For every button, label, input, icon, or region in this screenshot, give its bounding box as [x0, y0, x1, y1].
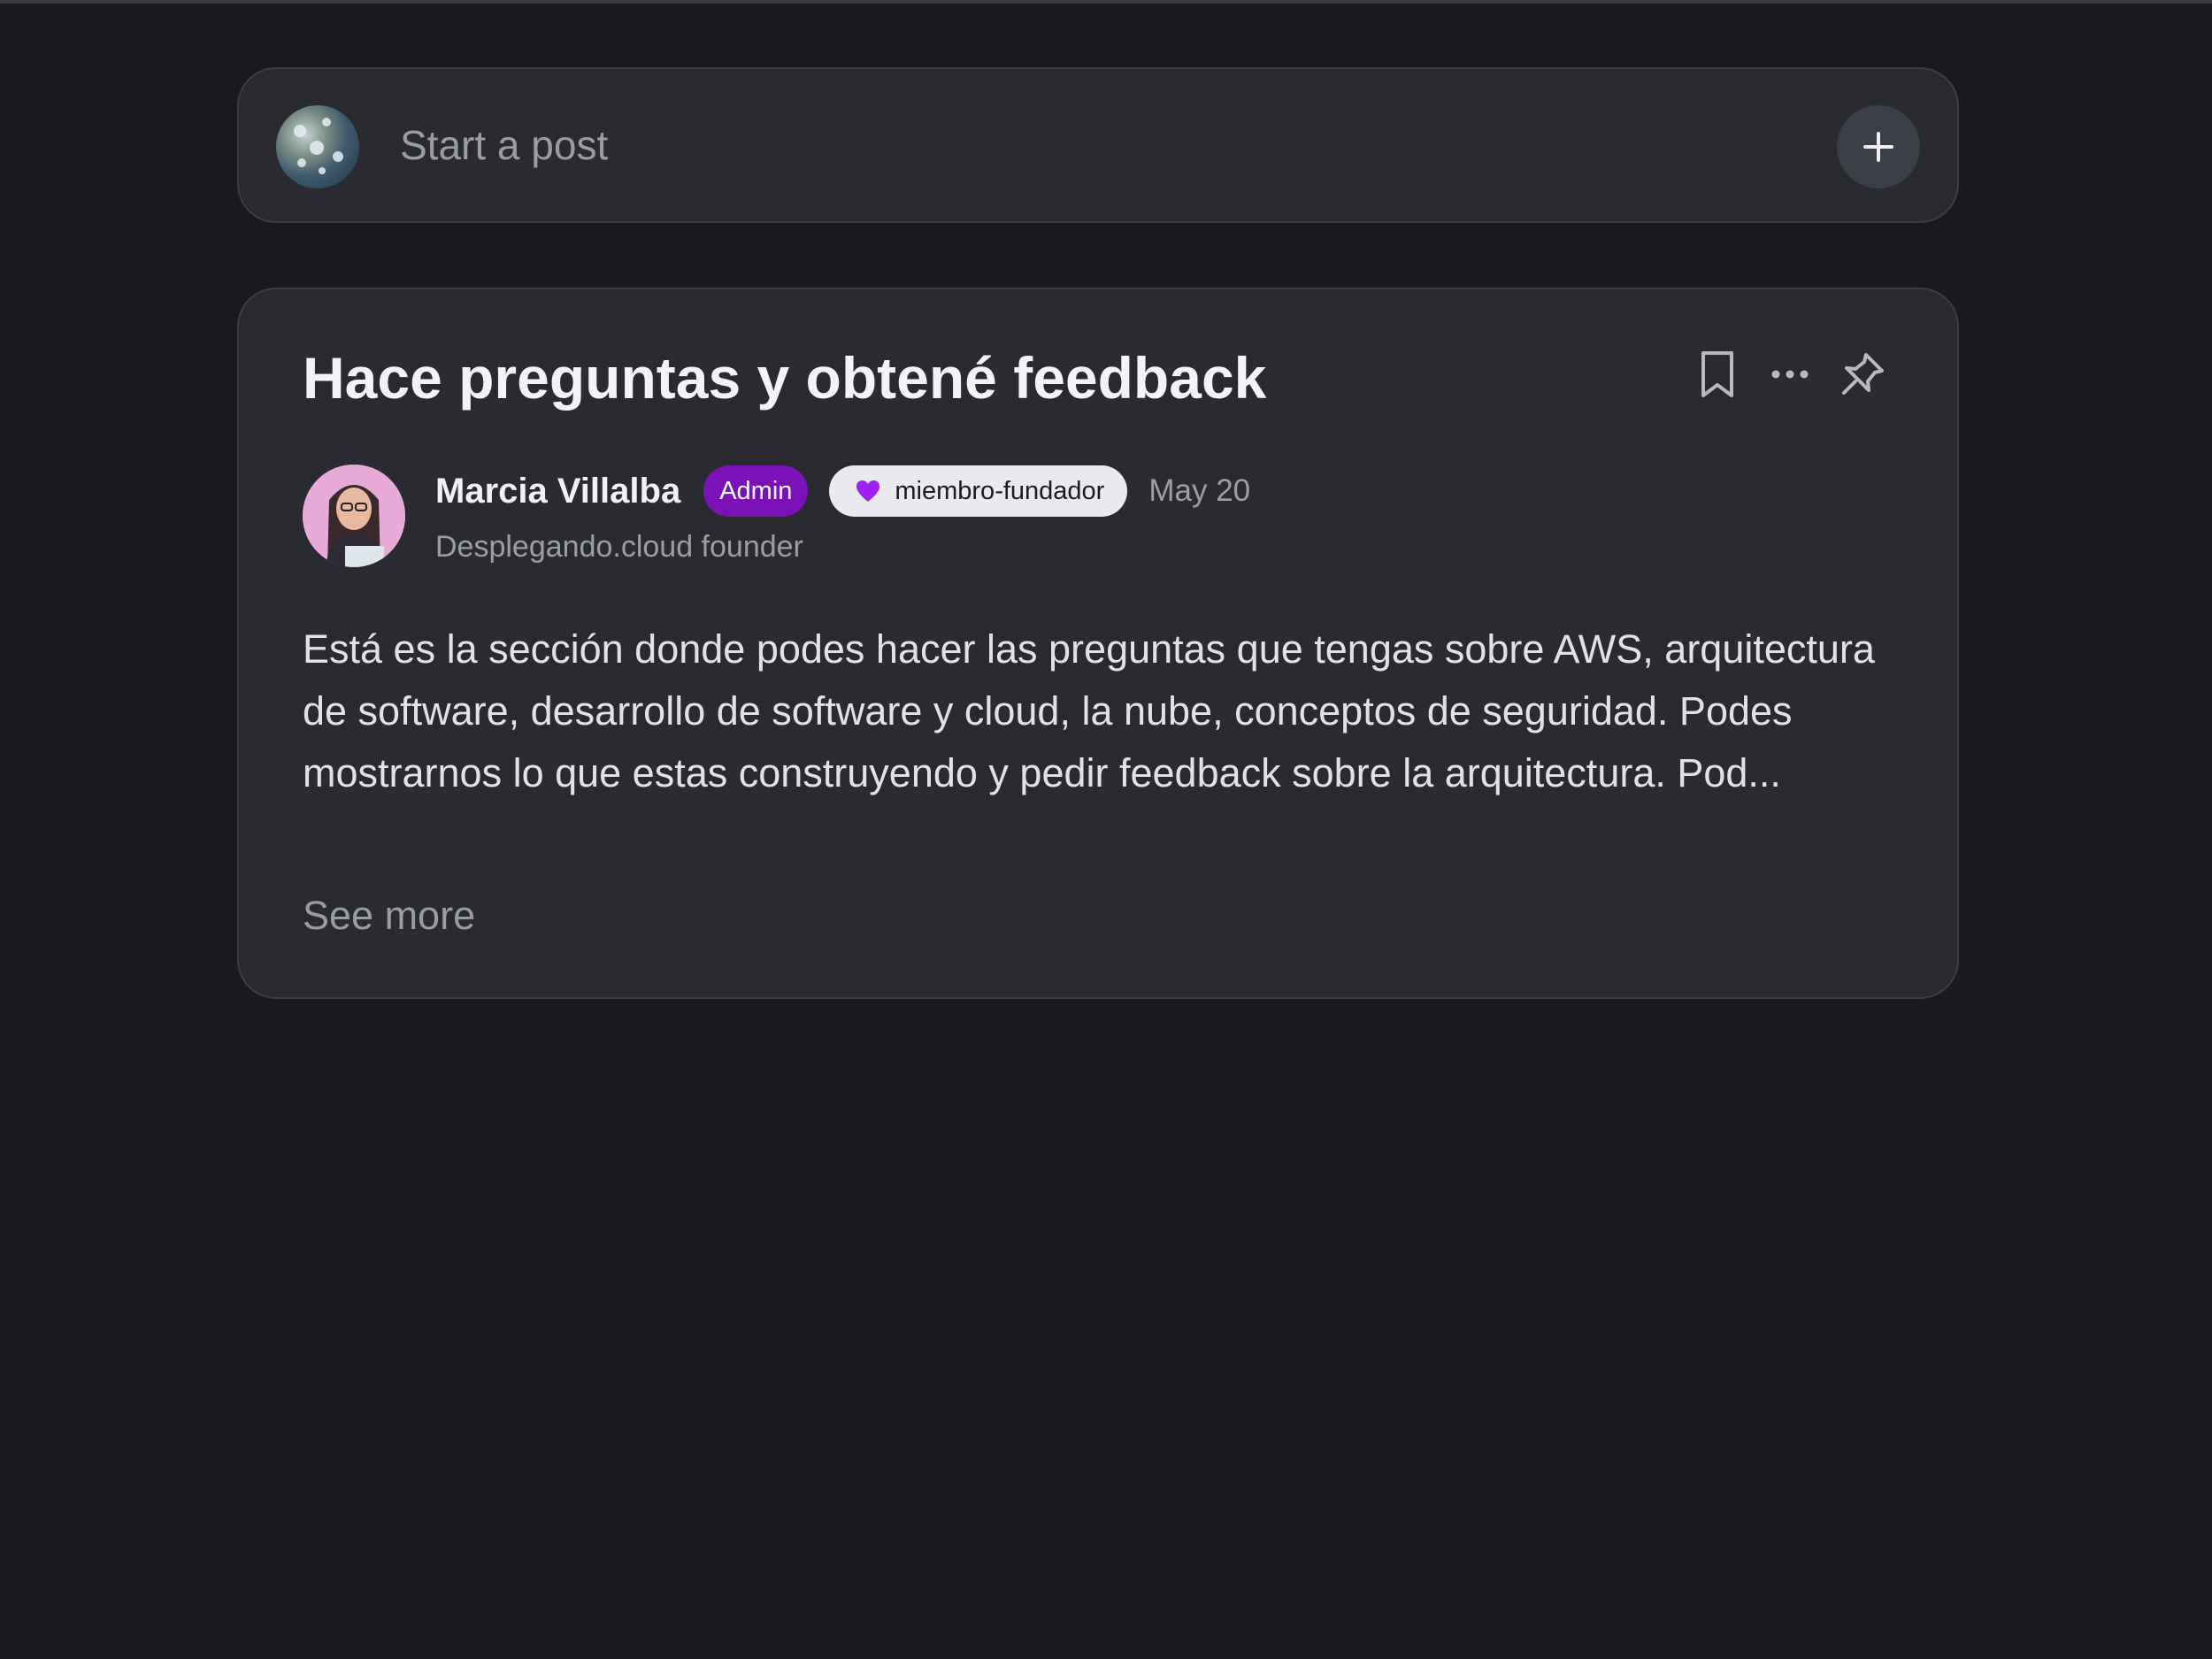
start-post-input[interactable]: Start a post — [400, 120, 608, 170]
bookmark-button[interactable] — [1694, 348, 1741, 401]
more-options-button[interactable] — [1766, 348, 1814, 401]
post-card[interactable]: Hace preguntas y obtené feedback Marcia … — [237, 288, 1959, 999]
member-badge: miembro-fundador — [829, 465, 1128, 517]
create-post-button[interactable] — [1837, 105, 1920, 188]
author-headline: Desplegando.cloud founder — [435, 530, 803, 564]
post-composer[interactable]: Start a post — [237, 67, 1959, 223]
plus-icon — [1863, 132, 1893, 162]
author-avatar[interactable] — [303, 465, 405, 567]
member-badge-label: miembro-fundador — [895, 476, 1105, 505]
bookmark-icon — [1701, 351, 1733, 397]
author-name[interactable]: Marcia Villalba — [435, 472, 680, 511]
pin-icon — [1842, 353, 1884, 395]
admin-badge: Admin — [703, 465, 809, 517]
post-actions — [1694, 348, 1886, 401]
more-horizontal-icon — [1771, 370, 1809, 379]
post-title[interactable]: Hace preguntas y obtené feedback — [303, 342, 1266, 413]
current-user-avatar[interactable] — [276, 105, 359, 188]
author-info: Marcia Villalba Admin miembro-fundador M… — [435, 465, 1250, 518]
pin-button[interactable] — [1839, 348, 1886, 401]
window-top-border — [0, 0, 2212, 4]
post-date[interactable]: May 20 — [1148, 473, 1250, 509]
see-more-link[interactable]: See more — [303, 889, 475, 942]
heart-icon — [856, 480, 880, 502]
post-body: Está es la sección donde podes hacer las… — [303, 626, 1875, 795]
